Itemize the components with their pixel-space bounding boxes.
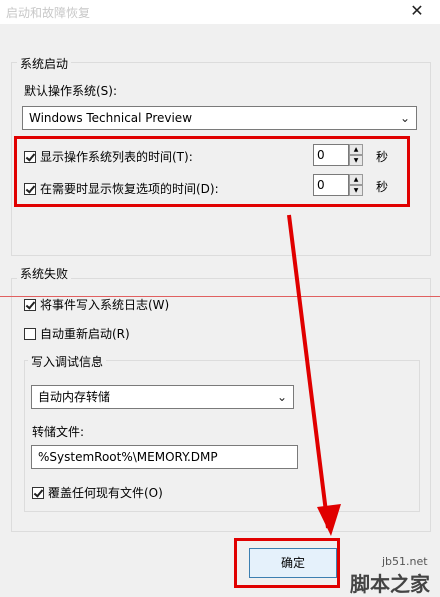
overwrite-label: 覆盖任何现有文件(O) — [48, 486, 163, 500]
write-event-label: 将事件写入系统日志(W) — [40, 298, 170, 312]
chevron-down-icon: ⌄ — [276, 390, 287, 404]
ok-highlight-box — [234, 538, 340, 588]
close-icon[interactable]: ✕ — [404, 0, 430, 24]
window-title: 启动和故障恢复 — [6, 6, 91, 20]
dump-type-value: 自动内存转储 — [38, 390, 111, 404]
dump-file-label: 转储文件: — [32, 425, 85, 439]
highlight-box — [14, 136, 410, 207]
overwrite-checkbox[interactable] — [32, 486, 44, 499]
auto-restart-row[interactable]: 自动重新启动(R) — [24, 325, 130, 342]
default-os-label: 默认操作系统(S): — [24, 84, 118, 98]
chevron-down-icon: ⌄ — [399, 111, 410, 125]
overwrite-row[interactable]: 覆盖任何现有文件(O) — [32, 484, 163, 501]
startup-group-label: 系统启动 — [17, 55, 72, 72]
write-event-row[interactable]: 将事件写入系统日志(W) — [24, 296, 169, 313]
watermark-site: jb51.net — [382, 555, 428, 568]
failure-group-label: 系统失败 — [17, 265, 72, 282]
debug-group-label: 写入调试信息 — [28, 353, 107, 370]
dump-type-select[interactable]: 自动内存转储 ⌄ — [31, 385, 294, 409]
default-os-value: Windows Technical Preview — [29, 111, 193, 125]
auto-restart-checkbox[interactable] — [24, 327, 36, 340]
write-event-checkbox[interactable] — [24, 298, 36, 311]
dump-file-input[interactable]: %SystemRoot%\MEMORY.DMP — [31, 445, 298, 469]
default-os-select[interactable]: Windows Technical Preview ⌄ — [22, 106, 417, 130]
auto-restart-label: 自动重新启动(R) — [40, 327, 130, 341]
title-bar: 启动和故障恢复 ✕ — [0, 0, 440, 24]
